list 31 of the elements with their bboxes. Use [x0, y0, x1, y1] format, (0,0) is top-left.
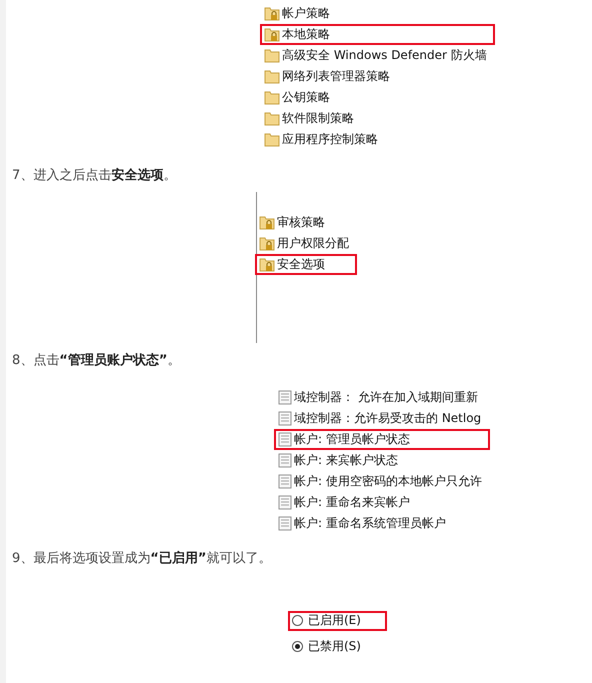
radio-button[interactable] [292, 641, 303, 652]
tree-item[interactable]: 用户权限分配 [255, 233, 357, 254]
step-instruction: 7、进入之后点击安全选项。 [11, 166, 178, 186]
radio-option[interactable]: 已禁用(S) [288, 630, 387, 663]
tree-item[interactable]: 安全选项 [255, 254, 357, 276]
policy-item[interactable]: 帐户: 重命名来宾帐户 [274, 492, 490, 513]
policy-icon [278, 410, 292, 426]
radio-button[interactable] [292, 615, 303, 626]
policy-icon [278, 494, 292, 510]
tree-item[interactable]: 本地策略 [260, 24, 495, 45]
policy-icon [278, 474, 292, 489]
tree-item[interactable]: 公钥策略 [260, 87, 495, 108]
policy-item[interactable]: 帐户: 重命名系统管理员帐户 [274, 512, 490, 534]
policy-item[interactable]: 域控制器： 允许在加入域期间重新 [274, 386, 490, 408]
tree-item[interactable]: 审核策略 [255, 212, 357, 234]
tree-item[interactable]: 帐户策略 [260, 3, 495, 24]
policy-item[interactable]: 域控制器：允许易受攻击的 Netlog [274, 408, 490, 429]
step-instruction: 9、最后将选项设置成为“已启用”就可以了。 [11, 550, 272, 568]
step-instruction: 8、点击“管理员账户状态”。 [11, 352, 182, 370]
tree-item[interactable]: 高级安全 Windows Defender 防火墙 [260, 45, 495, 66]
radio-option[interactable]: 已启用(E) [288, 610, 387, 631]
policy-icon [278, 516, 292, 531]
policy-icon [278, 432, 292, 447]
tree-item[interactable]: 应用程序控制策略 [260, 129, 495, 150]
tree-item[interactable]: 软件限制策略 [260, 108, 495, 129]
policy-item[interactable]: 帐户: 使用空密码的本地帐户只允许 [274, 470, 490, 492]
policy-item[interactable]: 帐户: 来宾帐户状态 [274, 450, 490, 471]
policy-icon [278, 390, 292, 405]
tree-item[interactable]: 网络列表管理器策略 [260, 66, 495, 87]
policy-item[interactable]: 帐户: 管理员帐户状态 [274, 428, 490, 450]
policy-icon [278, 452, 292, 468]
